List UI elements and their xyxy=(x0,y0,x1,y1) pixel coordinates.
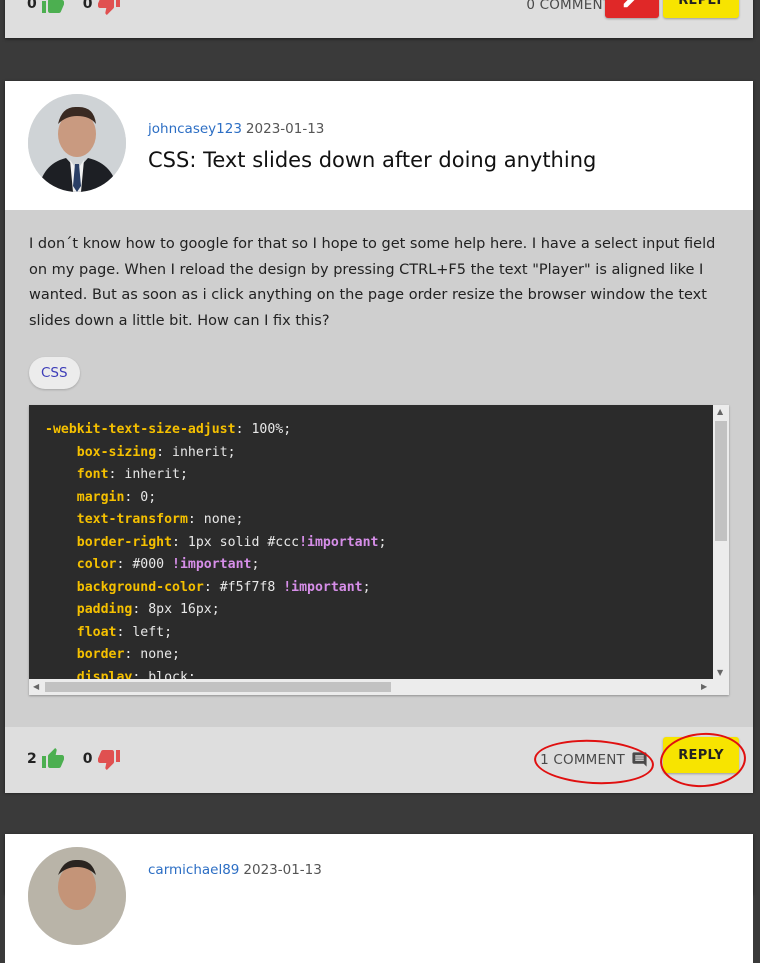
thumbs-up-icon[interactable] xyxy=(41,0,65,16)
post-body: I don´t know how to google for that so I… xyxy=(5,210,753,727)
upvote-count: 2 xyxy=(27,751,37,767)
post-meta: carmichael89 2023-01-13 xyxy=(148,862,322,878)
code-property: border-right xyxy=(76,534,173,550)
post-footer: 2 0 1 COMMENT REPLY xyxy=(5,727,753,793)
code-property: -webkit-text-size-adjust xyxy=(45,422,236,437)
code-property: font xyxy=(76,467,109,482)
author-link[interactable]: johncasey123 xyxy=(148,121,242,137)
code-important: !important xyxy=(283,579,363,595)
code-property: background-color xyxy=(76,579,204,595)
avatar[interactable] xyxy=(28,847,126,945)
downvote-count: 0 xyxy=(82,0,93,12)
code-property: padding xyxy=(76,602,133,617)
thumbs-down-icon[interactable] xyxy=(97,0,121,16)
code-line: padding: 8px 16px; xyxy=(76,602,220,617)
post-card: johncasey123 2023-01-13 CSS: Text slides … xyxy=(5,81,753,793)
horizontal-scrollbar[interactable]: ◀ ▶ xyxy=(29,679,729,695)
thumbs-up-icon[interactable] xyxy=(41,747,65,771)
comment-icon xyxy=(632,752,647,767)
comments-link[interactable]: 1 COMMENT xyxy=(540,751,648,768)
avatar[interactable] xyxy=(28,94,126,192)
code-property: color xyxy=(76,557,117,572)
post-footer: 0 0 0 COMMENTS REPLY xyxy=(5,0,753,38)
thumbs-down-icon[interactable] xyxy=(97,747,121,771)
edit-icon xyxy=(623,0,634,7)
code-line: -webkit-text-size-adjust: 100%; xyxy=(45,422,292,437)
upvote-count: 0 xyxy=(27,0,37,12)
horizontal-scroll-thumb[interactable] xyxy=(45,682,391,692)
scroll-right-icon[interactable]: ▶ xyxy=(701,682,707,691)
post-header: carmichael89 2023-01-13 xyxy=(5,834,753,963)
code-property: box-sizing xyxy=(76,444,157,460)
post-date: 2023-01-13 xyxy=(243,862,322,878)
scroll-left-icon[interactable]: ◀ xyxy=(33,682,39,691)
code-content: -webkit-text-size-adjust: 100%; box-sizi… xyxy=(29,405,729,691)
post-header: johncasey123 2023-01-13 CSS: Text slides … xyxy=(5,81,753,210)
code-line: box-sizing: inherit; xyxy=(76,444,236,460)
vote-bar: 2 0 xyxy=(27,747,139,771)
scroll-down-icon[interactable]: ▼ xyxy=(717,668,723,677)
code-line: border-right: 1px solid #ccc!important; xyxy=(76,534,387,550)
code-line: font: inherit; xyxy=(76,467,188,482)
code-property: float xyxy=(76,624,117,640)
code-property: margin xyxy=(76,489,125,505)
code-property: border xyxy=(76,647,125,662)
code-line: text-transform: none; xyxy=(76,512,244,527)
code-line: float: left; xyxy=(76,624,173,640)
code-line: color: #000 !important; xyxy=(76,557,260,572)
post-text: I don´t know how to google for that so I… xyxy=(29,236,716,329)
code-line: border: none; xyxy=(76,647,180,662)
vote-bar: 0 0 xyxy=(27,0,139,16)
post-meta: johncasey123 2023-01-13 xyxy=(148,121,324,137)
post-date: 2023-01-13 xyxy=(245,121,325,137)
comments-count-label: 1 COMMENT xyxy=(540,751,625,768)
previous-post: 0 0 0 COMMENTS REPLY xyxy=(5,0,753,38)
reply-button[interactable]: REPLY xyxy=(663,737,739,773)
next-post: carmichael89 2023-01-13 xyxy=(5,834,753,963)
code-important: !important xyxy=(299,534,379,550)
code-block[interactable]: -webkit-text-size-adjust: 100%; box-sizi… xyxy=(29,405,729,695)
code-line: background-color: #f5f7f8 !important; xyxy=(76,579,371,595)
tag-chip[interactable]: CSS xyxy=(29,357,80,389)
code-line: margin: 0; xyxy=(76,489,157,505)
scroll-up-icon[interactable]: ▲ xyxy=(717,407,723,416)
post-title: CSS: Text slides down after doing anythi… xyxy=(148,148,597,172)
vertical-scroll-thumb[interactable] xyxy=(715,421,727,541)
downvote-count: 0 xyxy=(82,751,93,767)
code-important: !important xyxy=(172,557,252,572)
code-property: text-transform xyxy=(76,512,188,527)
edit-button[interactable] xyxy=(605,0,659,18)
author-link[interactable]: carmichael89 xyxy=(148,862,239,878)
reply-button[interactable]: REPLY xyxy=(663,0,739,18)
vertical-scrollbar[interactable]: ▲ ▼ xyxy=(713,405,729,679)
